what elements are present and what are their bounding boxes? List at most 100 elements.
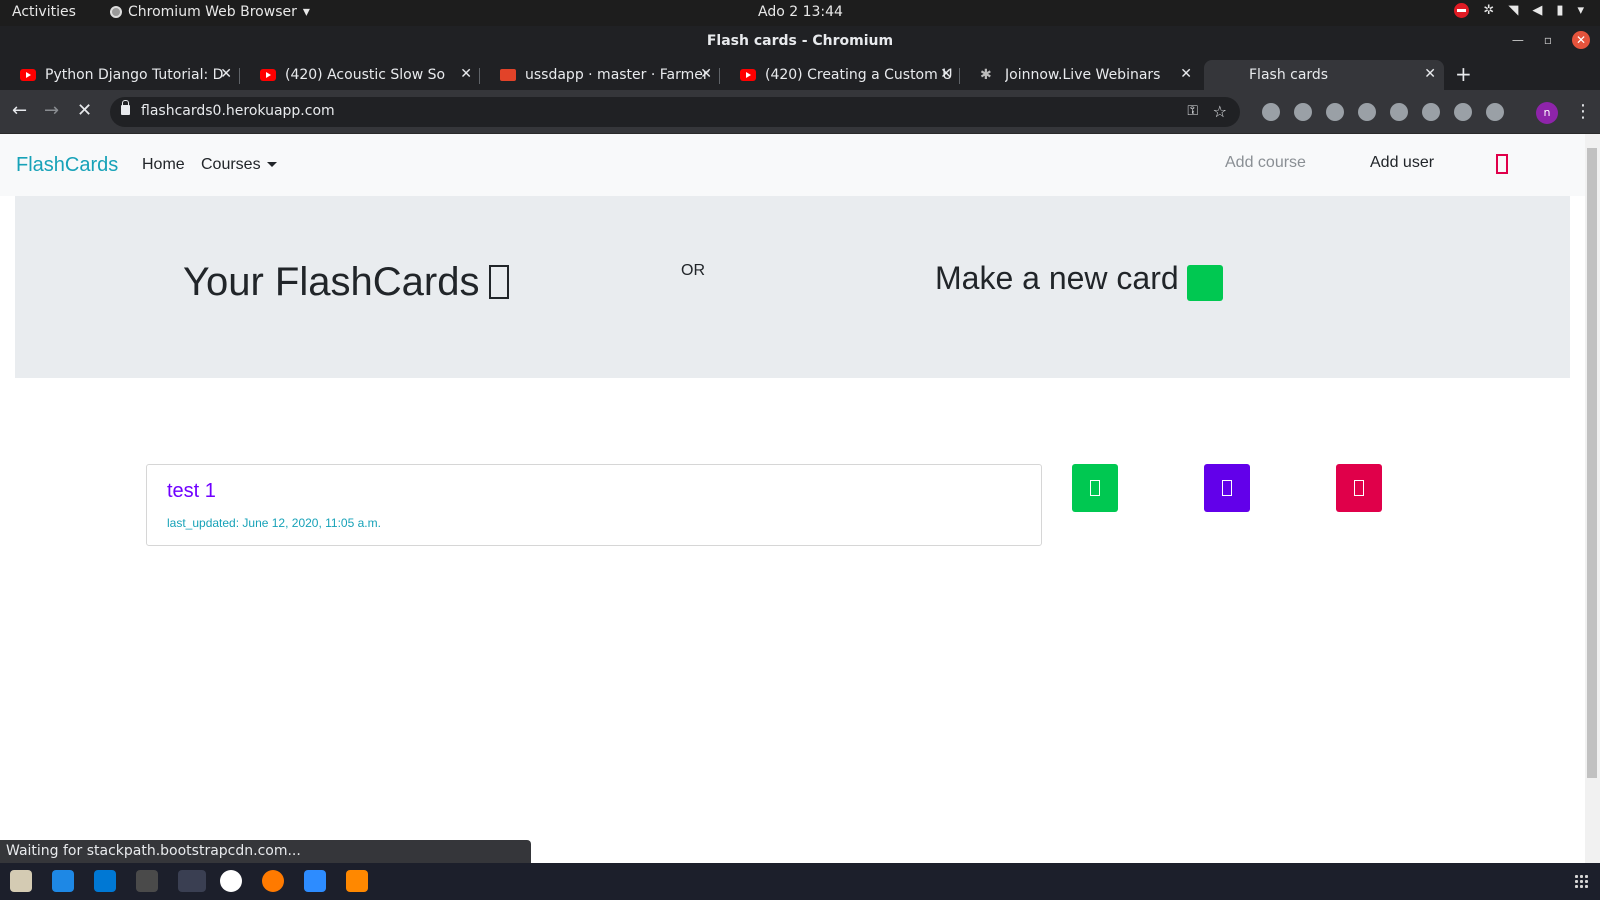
tab-acoustic[interactable]: (420) Acoustic Slow So ✕: [240, 60, 480, 90]
bookmark-star-icon[interactable]: ☆: [1213, 102, 1227, 121]
close-tab-icon[interactable]: ✕: [1424, 66, 1436, 82]
chevron-down-icon: ▾: [302, 4, 310, 20]
volume-icon[interactable]: ◀: [1532, 3, 1542, 18]
make-new-card-label: Make a new card: [935, 260, 1179, 296]
tab-label: (420) Creating a Custom U: [765, 67, 953, 83]
window-title: Flash cards - Chromium: [706, 33, 894, 49]
window-title-bar: Flash cards - Chromium — ▫ ✕: [0, 26, 1600, 56]
extension-icon[interactable]: [1326, 103, 1344, 121]
stop-loading-icon[interactable]: ✕: [77, 100, 92, 121]
web-page: FlashCards Home Courses Add course Add u…: [0, 134, 1585, 863]
tab-ussdapp[interactable]: ussdapp · master · Farmer ✕: [480, 60, 720, 90]
address-bar[interactable]: flashcards0.herokuapp.com ⚿ ☆: [110, 97, 1240, 127]
view-icon: [1090, 480, 1100, 496]
tab-label: Python Django Tutorial: D: [45, 67, 224, 83]
zoom-icon[interactable]: [304, 870, 326, 892]
close-tab-icon[interactable]: ✕: [1180, 66, 1192, 82]
youtube-icon: [20, 69, 36, 81]
slack-icon[interactable]: ✲: [1483, 3, 1494, 18]
vscode-icon[interactable]: [94, 870, 116, 892]
lock-icon[interactable]: [121, 100, 130, 115]
brand-link[interactable]: FlashCards: [16, 154, 118, 177]
extension-icon[interactable]: [1358, 103, 1376, 121]
loading-icon: [1224, 69, 1240, 81]
view-card-button[interactable]: [1072, 464, 1118, 512]
add-user-link[interactable]: Add user: [1370, 154, 1434, 172]
slack-icon[interactable]: [220, 870, 242, 892]
edit-card-button[interactable]: [1204, 464, 1250, 512]
delete-icon: [1354, 480, 1364, 496]
tab-strip: Python Django Tutorial: D ✕ (420) Acoust…: [0, 56, 1600, 90]
app-menu[interactable]: Chromium Web Browser ▾: [110, 4, 310, 20]
logout-icon[interactable]: [1496, 154, 1508, 174]
chromium-icon: [110, 6, 122, 18]
cards-icon: [489, 265, 510, 299]
extension-icon[interactable]: [1454, 103, 1472, 121]
close-tab-icon[interactable]: ✕: [460, 66, 472, 82]
site-navbar: FlashCards Home Courses Add course Add u…: [0, 134, 1585, 196]
edit-icon: [1222, 480, 1232, 496]
page-title-text: Your FlashCards: [183, 260, 480, 304]
terminal-icon[interactable]: [136, 870, 158, 892]
more-menu-icon[interactable]: ⋮: [1574, 101, 1592, 122]
add-card-button[interactable]: [1187, 265, 1223, 301]
youtube-icon: [740, 69, 756, 81]
battery-icon[interactable]: ▮: [1556, 3, 1563, 18]
nav-home[interactable]: Home: [142, 156, 185, 174]
extension-icon[interactable]: [1262, 103, 1280, 121]
flashcard-item[interactable]: test 1 last_updated: June 12, 2020, 11:0…: [146, 464, 1042, 546]
card-title[interactable]: test 1: [167, 480, 216, 503]
tab-label: Joinnow.Live Webinars: [1005, 67, 1161, 83]
browser-toolbar: ← → ✕ flashcards0.herokuapp.com ⚿ ☆ n ⋮: [0, 90, 1600, 134]
star-icon: ✱: [980, 67, 992, 83]
vlc-icon[interactable]: [346, 870, 368, 892]
card-last-updated: last_updated: June 12, 2020, 11:05 a.m.: [167, 516, 381, 530]
close-window-button[interactable]: ✕: [1572, 31, 1590, 49]
profile-avatar[interactable]: n: [1536, 102, 1558, 124]
close-tab-icon[interactable]: ✕: [940, 66, 952, 82]
page-scrollbar[interactable]: [1585, 134, 1600, 863]
tab-label: ussdapp · master · Farmer: [525, 67, 709, 83]
tab-label: (420) Acoustic Slow So: [285, 67, 446, 83]
system-top-bar: Activities Chromium Web Browser ▾ Ado 2 …: [0, 0, 1600, 26]
page-title: Your FlashCards: [183, 260, 510, 305]
extension-icon[interactable]: [1294, 103, 1312, 121]
url-text[interactable]: flashcards0.herokuapp.com: [141, 103, 335, 119]
maximize-icon[interactable]: ▫: [1544, 33, 1552, 47]
files-icon[interactable]: [10, 870, 32, 892]
youtube-icon: [260, 69, 276, 81]
add-course-link[interactable]: Add course: [1225, 154, 1306, 172]
media-control-icon[interactable]: [1486, 103, 1504, 121]
docs-icon[interactable]: [52, 870, 74, 892]
do-not-disturb-icon[interactable]: [1454, 3, 1470, 18]
tab-python-django[interactable]: Python Django Tutorial: D ✕: [0, 60, 240, 90]
minimize-icon[interactable]: —: [1512, 33, 1524, 47]
delete-card-button[interactable]: [1336, 464, 1382, 512]
system-tray[interactable]: ✲ ◥ ◀ ▮ ▾: [1454, 3, 1584, 18]
jumbotron: Your FlashCards OR Make a new card: [15, 196, 1570, 378]
scrollbar-thumb[interactable]: [1587, 148, 1597, 778]
app-grid-icon[interactable]: [1574, 874, 1588, 888]
close-tab-icon[interactable]: ✕: [700, 66, 712, 82]
extension-icon[interactable]: [1390, 103, 1408, 121]
tab-custom-u[interactable]: (420) Creating a Custom U ✕: [720, 60, 960, 90]
caret-down-icon: [266, 162, 277, 168]
app-menu-label: Chromium Web Browser: [128, 4, 297, 20]
postman-icon[interactable]: [262, 870, 284, 892]
forward-icon[interactable]: →: [44, 100, 59, 121]
wifi-icon[interactable]: ◥: [1508, 3, 1518, 18]
new-tab-icon[interactable]: +: [1455, 62, 1472, 86]
close-tab-icon[interactable]: ✕: [220, 66, 232, 82]
extension-icon[interactable]: [1422, 103, 1440, 121]
tab-joinnow[interactable]: ✱ Joinnow.Live Webinars ✕: [960, 60, 1200, 90]
chromium-icon[interactable]: [178, 870, 206, 892]
nav-courses-label: Courses: [201, 156, 261, 173]
tab-flash-cards[interactable]: Flash cards ✕: [1204, 60, 1444, 90]
clock[interactable]: Ado 2 13:44: [758, 4, 843, 20]
back-icon[interactable]: ←: [12, 100, 27, 121]
taskbar: [0, 863, 1600, 900]
activities-button[interactable]: Activities: [12, 4, 76, 20]
key-icon[interactable]: ⚿: [1187, 103, 1198, 119]
nav-courses-dropdown[interactable]: Courses: [201, 156, 277, 174]
chevron-down-icon[interactable]: ▾: [1577, 3, 1584, 18]
